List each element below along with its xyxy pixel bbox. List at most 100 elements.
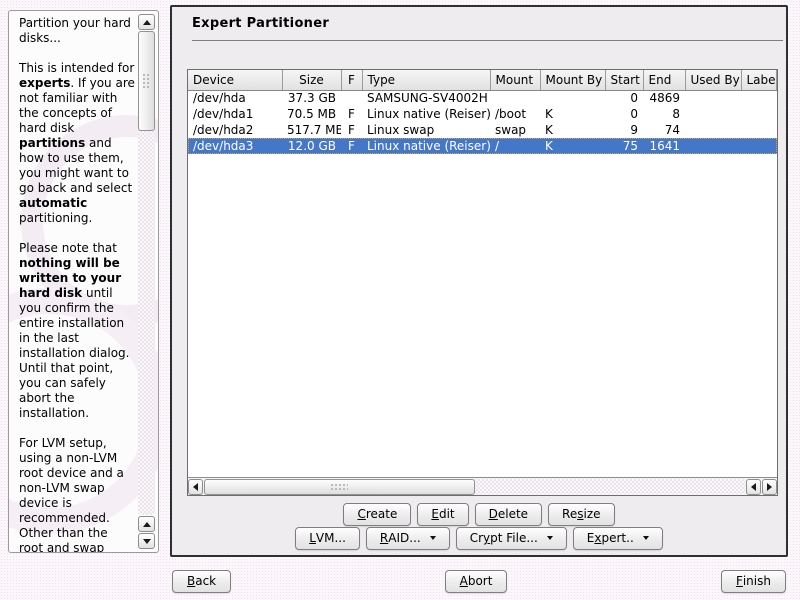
table-cell	[741, 122, 777, 138]
help-panel: Partition your hard disks... This is inte…	[8, 10, 159, 553]
table-cell: /dev/hda1	[188, 106, 282, 122]
table-cell	[685, 122, 741, 138]
table-cell	[685, 106, 741, 122]
back-button[interactable]: Back	[172, 570, 231, 593]
column-header-mount[interactable]: Mount	[490, 70, 540, 90]
table-cell: F	[341, 106, 362, 122]
arrow-right-icon	[767, 483, 776, 491]
dropdown-arrow-icon	[643, 536, 649, 543]
scroll-left-button-right-end[interactable]	[746, 479, 761, 495]
table-cell: K	[540, 138, 605, 154]
table-cell: 0	[605, 106, 643, 122]
table-cell	[490, 90, 540, 106]
table-cell: K	[540, 106, 605, 122]
hscrollbar-track[interactable]	[204, 479, 745, 494]
column-header-size[interactable]: Size	[282, 70, 341, 90]
raid-button[interactable]: RAID...	[366, 527, 450, 550]
scroll-up-button-bottom[interactable]	[138, 516, 155, 532]
help-paragraph: Partition your hard disks...	[19, 16, 135, 46]
help-paragraph: This is intended for experts. If you are…	[19, 61, 135, 226]
hscrollbar-thumb[interactable]	[204, 479, 475, 495]
resize-button[interactable]: Resize	[548, 503, 614, 526]
table-cell	[741, 106, 777, 122]
table-cell: F	[341, 138, 362, 154]
table-row[interactable]: /dev/hda37.3 GBSAMSUNG-SV4002H04869	[188, 90, 777, 106]
thumb-grip-icon	[142, 73, 151, 89]
help-text: Partition your hard disks... This is inte…	[19, 16, 135, 553]
table-cell: 75	[605, 138, 643, 154]
scroll-up-button[interactable]	[138, 14, 155, 30]
title-separator	[192, 40, 783, 41]
scrollbar-track[interactable]	[138, 31, 155, 515]
crypt-file-button[interactable]: Crypt File...	[456, 527, 567, 550]
table-cell: /dev/hda2	[188, 122, 282, 138]
table-cell	[685, 90, 741, 106]
table-cell: 4869	[643, 90, 685, 106]
help-scrollbar[interactable]	[138, 14, 155, 549]
main-panel: Expert Partitioner DeviceSizeFTypeMountM…	[170, 5, 788, 557]
table-cell: Linux native (Reiser)	[362, 106, 490, 122]
table-cell: 37.3 GB	[282, 90, 341, 106]
column-header-type[interactable]: Type	[362, 70, 490, 90]
column-header-start[interactable]: Start	[605, 70, 643, 90]
table-cell: K	[540, 122, 605, 138]
table-cell: /dev/hda3	[188, 138, 282, 154]
column-header-used-by[interactable]: Used By	[685, 70, 741, 90]
dropdown-arrow-icon	[430, 536, 436, 543]
table-cell: /boot	[490, 106, 540, 122]
partition-actions-row: Create Edit Delete Resize	[172, 503, 786, 526]
partition-table: DeviceSizeFTypeMountMount ByStartEndUsed…	[187, 69, 778, 496]
finish-button[interactable]: Finish	[721, 570, 786, 593]
table-cell: 9	[605, 122, 643, 138]
edit-button[interactable]: Edit	[417, 503, 468, 526]
column-header-mount-by[interactable]: Mount By	[540, 70, 605, 90]
table-cell: swap	[490, 122, 540, 138]
table-cell	[741, 138, 777, 154]
table-cell: 1641	[643, 138, 685, 154]
create-button[interactable]: Create	[343, 503, 411, 526]
lvm-button[interactable]: LVM...	[295, 527, 360, 550]
table-cell: 12.0 GB	[282, 138, 341, 154]
arrow-up-icon	[143, 518, 151, 527]
scroll-down-button[interactable]	[138, 533, 155, 549]
partition-table-grid: DeviceSizeFTypeMountMount ByStartEndUsed…	[188, 70, 777, 154]
table-cell: 517.7 MB	[282, 122, 341, 138]
table-cell: 8	[643, 106, 685, 122]
table-row[interactable]: /dev/hda2517.7 MBFLinux swapswapK974	[188, 122, 777, 138]
column-header-f[interactable]: F	[341, 70, 362, 90]
arrow-left-icon	[189, 483, 198, 491]
arrow-left-icon	[747, 483, 756, 491]
table-cell: Linux native (Reiser)	[362, 138, 490, 154]
scrollbar-thumb[interactable]	[138, 31, 155, 131]
thumb-grip-icon	[330, 483, 348, 492]
table-cell: 74	[643, 122, 685, 138]
column-header-label[interactable]: Label	[741, 70, 777, 90]
table-cell: Linux swap	[362, 122, 490, 138]
table-cell: 70.5 MB	[282, 106, 341, 122]
column-header-end[interactable]: End	[643, 70, 685, 90]
scroll-left-button[interactable]	[188, 479, 203, 495]
scroll-right-button[interactable]	[762, 479, 777, 495]
expert-button[interactable]: Expert..	[573, 527, 663, 550]
table-cell: F	[341, 122, 362, 138]
dropdown-arrow-icon	[547, 536, 553, 543]
table-cell	[540, 90, 605, 106]
table-row[interactable]: /dev/hda312.0 GBFLinux native (Reiser)/K…	[188, 138, 777, 154]
column-header-device[interactable]: Device	[188, 70, 282, 90]
table-cell	[685, 138, 741, 154]
table-cell: SAMSUNG-SV4002H	[362, 90, 490, 106]
abort-button[interactable]: Abort	[445, 570, 508, 593]
table-row[interactable]: /dev/hda170.5 MBFLinux native (Reiser)/b…	[188, 106, 777, 122]
table-cell: /	[490, 138, 540, 154]
table-cell	[741, 90, 777, 106]
arrow-down-icon	[143, 539, 151, 548]
delete-button[interactable]: Delete	[475, 503, 542, 526]
table-cell: 0	[605, 90, 643, 106]
help-paragraph: Please note that nothing will be written…	[19, 241, 135, 421]
help-paragraph: For LVM setup, using a non-LVM root devi…	[19, 436, 135, 553]
table-horizontal-scrollbar[interactable]	[188, 477, 777, 495]
advanced-actions-row: LVM... RAID... Crypt File... Expert..	[172, 527, 786, 550]
table-cell	[341, 90, 362, 106]
arrow-up-icon	[143, 16, 151, 25]
page-title: Expert Partitioner	[192, 16, 329, 31]
